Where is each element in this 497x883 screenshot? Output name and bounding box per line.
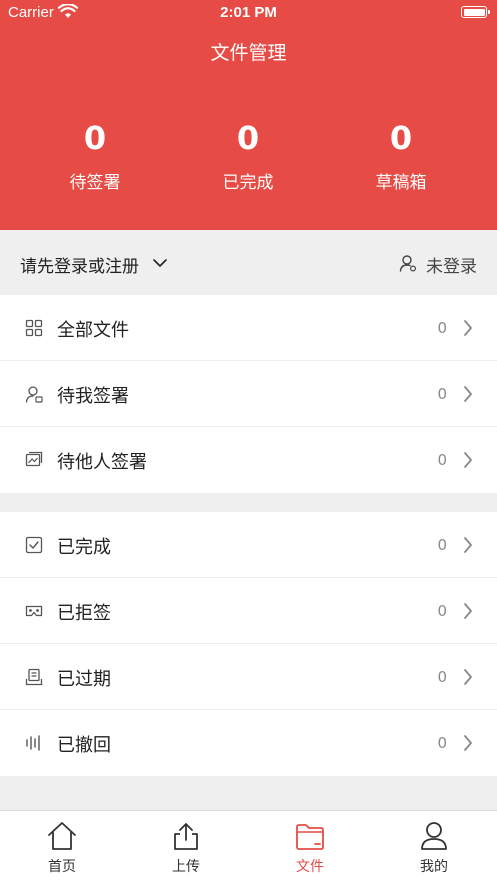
status-bar: Carrier 2:01 PM [0,0,497,26]
battery-icon [461,6,490,18]
user-sign-icon [25,386,43,403]
login-status-label[interactable]: 未登录 [426,252,477,277]
tab-label: 我的 [420,859,448,875]
stat-pending[interactable]: 0 待签署 [35,118,155,193]
tab-label: 文件 [296,859,324,875]
bars-icon [26,735,40,751]
list-item-withdrawn[interactable]: 已撤回 0 [0,710,497,776]
list-item-count: 0 [437,668,447,686]
file-list-primary: 全部文件 0 待我签署 0 待他人签署 0 [0,295,497,493]
tab-label: 首页 [48,859,76,875]
stat-value: 0 [236,119,260,157]
tab-home[interactable]: 首页 [0,811,124,883]
chevron-right-icon [464,537,472,553]
list-item-label: 全部文件 [57,320,129,341]
stat-value: 0 [389,119,413,157]
vr-glasses-icon [25,605,43,617]
grid-icon [25,319,43,337]
list-item-count: 0 [437,451,447,469]
chevron-down-icon[interactable] [152,254,168,270]
chevron-right-icon [464,386,472,402]
list-item-count: 0 [437,602,447,620]
tab-upload[interactable]: 上传 [124,811,248,883]
list-item-count: 0 [437,536,447,554]
chevron-right-icon [464,452,472,468]
stat-label: 已完成 [222,173,274,193]
chevron-right-icon [464,735,472,751]
login-register-link[interactable]: 请先登录或注册 [20,252,139,277]
list-item-all-files[interactable]: 全部文件 0 [0,295,497,361]
list-item-label: 待我签署 [57,386,129,407]
list-item-label: 已撤回 [57,735,111,756]
image-frame-icon [25,451,43,467]
tab-mine[interactable]: 我的 [372,811,496,883]
list-item-label: 已拒签 [57,603,111,624]
stat-label: 草稿箱 [375,173,427,193]
tab-bar: 首页 上传 文件 我的 [0,810,497,883]
chevron-right-icon [464,603,472,619]
page-title: 文件管理 [210,42,287,64]
list-item-rejected[interactable]: 已拒签 0 [0,578,497,644]
file-list-secondary: 已完成 0 已拒签 0 已过期 0 已撤回 0 [0,512,497,776]
chevron-right-icon [464,320,472,336]
list-item-pending-me[interactable]: 待我签署 0 [0,361,497,427]
list-item-count: 0 [437,734,447,752]
user-status-icon [399,255,417,272]
archive-icon [25,668,43,686]
person-icon [421,822,447,850]
list-item-expired[interactable]: 已过期 0 [0,644,497,710]
list-item-count: 0 [437,385,447,403]
list-item-count: 0 [437,319,447,337]
upload-icon [174,823,198,850]
chevron-right-icon [464,669,472,685]
home-icon [48,822,76,850]
clock: 2:01 PM [220,4,277,21]
list-item-label: 待他人签署 [57,452,147,473]
stat-value: 0 [83,119,107,157]
tab-label: 上传 [172,859,200,875]
stat-label: 待签署 [69,173,121,193]
stats-row: 0 待签署 0 已完成 0 草稿箱 [0,118,497,198]
checkbox-icon [25,536,43,554]
tab-files[interactable]: 文件 [248,811,372,883]
login-bar: 请先登录或注册 未登录 [0,230,497,295]
list-item-label: 已完成 [57,537,111,558]
list-item-label: 已过期 [57,669,111,690]
list-item-pending-others[interactable]: 待他人签署 0 [0,427,497,493]
stat-drafts[interactable]: 0 草稿箱 [341,118,461,193]
screen: Carrier 2:01 PM 文件管理 0 待签署 0 已完成 0 草稿箱 请… [0,0,497,883]
header: Carrier 2:01 PM 文件管理 0 待签署 0 已完成 0 草稿箱 [0,0,497,230]
list-item-completed[interactable]: 已完成 0 [0,512,497,578]
stat-completed[interactable]: 0 已完成 [188,118,308,193]
folder-icon [296,824,324,850]
